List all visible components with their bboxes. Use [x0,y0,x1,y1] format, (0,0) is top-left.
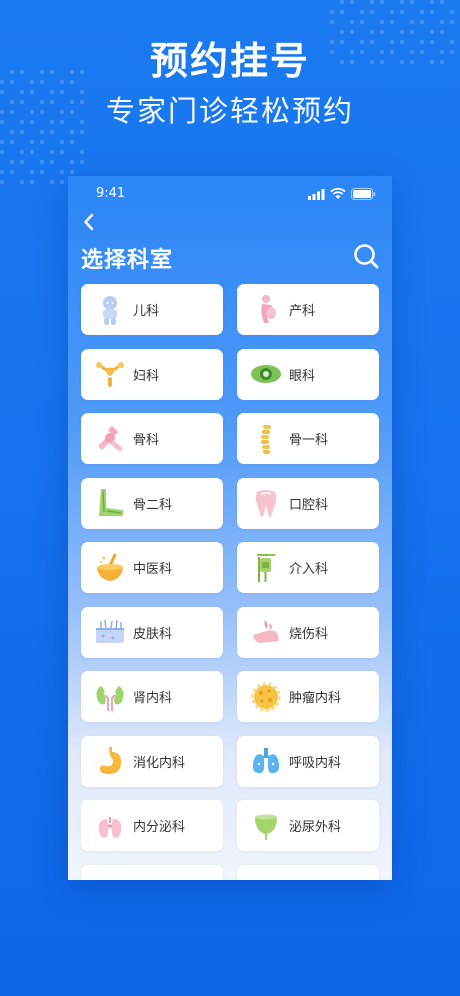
department-card[interactable]: 内分泌科 [81,800,223,851]
department-label: 呼吸内科 [289,755,342,771]
phone-screen: 9:41 选择科室 儿科 产科 妇科 眼科 骨科 骨一科 骨二科 口腔科 中医科… [68,176,392,880]
mortar-icon [97,553,123,581]
department-card[interactable]: 眼科 [237,348,379,400]
department-card[interactable]: 骨一科 [237,413,379,464]
department-card[interactable]: 皮肤科 [81,606,223,658]
thyroid-icon [98,816,122,838]
department-card[interactable]: 呼吸内科 [237,735,379,787]
wifi-icon [330,188,346,199]
department-label: 肾内科 [133,691,173,706]
battery-icon [351,188,376,200]
department-label: 内分泌科 [133,820,186,835]
kidney-icon [96,685,124,711]
signal-icon [308,188,325,200]
lungs-icon [252,748,280,774]
promo-subline: 专家门诊轻松预约 [105,94,354,128]
department-label: 泌尿外科 [289,820,342,835]
department-card[interactable]: 烧伤科 [237,606,379,658]
iv-drip-icon [257,553,275,582]
department-label: 儿科 [133,304,160,319]
joint-icon [98,425,123,452]
foot-bone-icon [99,489,123,516]
department-card-partial[interactable] [81,864,223,880]
chevron-left-icon[interactable] [78,210,102,234]
department-label: 骨一科 [289,433,329,448]
department-card[interactable]: 儿科 [81,284,223,335]
department-label: 妇科 [133,368,160,384]
department-card[interactable]: 消化内科 [81,735,223,787]
department-card[interactable]: 骨二科 [81,477,223,529]
tooth-icon [255,490,277,517]
department-card[interactable]: 肿瘤内科 [237,671,379,722]
department-label: 眼科 [289,368,316,384]
department-card[interactable]: 妇科 [81,348,223,400]
spine-icon [261,424,271,454]
department-label: 口腔科 [289,497,329,513]
status-bar: 9:41 [68,186,392,204]
department-card-partial[interactable] [237,864,379,880]
department-label: 骨二科 [133,497,173,513]
burn-hand-icon [253,620,279,643]
department-card[interactable]: 泌尿外科 [237,800,379,851]
bladder-icon [255,814,277,840]
promo-headline: 预约挂号 [149,39,310,83]
status-time: 9:41 [96,186,126,201]
search-icon[interactable] [352,242,380,270]
department-label: 产科 [289,304,316,319]
uterus-icon [96,362,124,387]
baby-icon [103,295,117,325]
department-card[interactable]: 产科 [237,284,379,335]
page-title: 选择科室 [81,248,174,273]
pregnancy-icon [261,294,276,323]
department-label: 肿瘤内科 [289,691,342,706]
department-label: 皮肤科 [133,626,173,642]
department-label: 烧伤科 [289,626,329,642]
department-card[interactable]: 口腔科 [237,477,379,529]
department-label: 介入科 [289,562,329,577]
department-card[interactable]: 中医科 [81,542,223,593]
tumor-icon [251,682,281,711]
stomach-icon [99,747,121,774]
eye-icon [251,365,281,383]
department-card[interactable]: 骨科 [81,413,223,464]
department-card[interactable]: 介入科 [237,542,379,593]
department-card[interactable]: 肾内科 [81,671,223,722]
department-label: 消化内科 [133,755,186,771]
department-label: 中医科 [133,562,173,577]
department-label: 骨科 [133,433,160,448]
skin-icon [96,619,124,643]
